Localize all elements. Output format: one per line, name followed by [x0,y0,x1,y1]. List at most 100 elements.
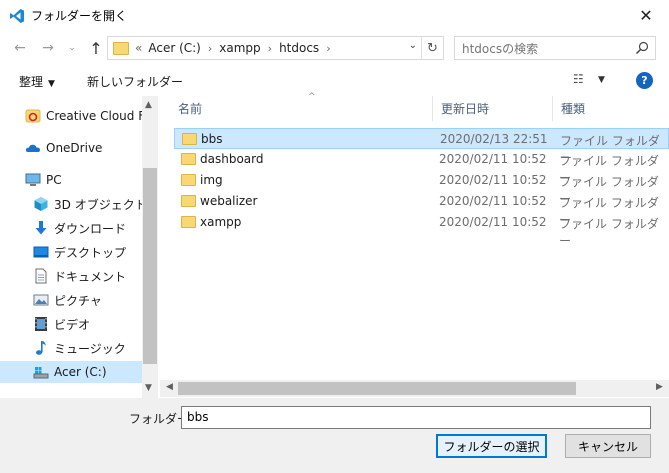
help-button[interactable]: ? [636,72,653,89]
close-button[interactable]: ✕ [623,0,669,31]
folder-name-input[interactable]: bbs [181,406,651,429]
sidebar-item-label: ドキュメント [54,269,127,284]
chevron-right-icon[interactable]: › [268,42,272,55]
scroll-up-icon[interactable]: ▲ [145,100,152,110]
scrollbar-thumb[interactable] [143,168,157,364]
sidebar-item-label: OneDrive [46,141,103,155]
sidebar-item-label: PC [46,173,62,187]
column-header-label: 種類 [561,102,586,116]
folder-icon [181,174,196,186]
sidebar-item-downloads[interactable]: ダウンロード [0,217,142,239]
file-name: xampp [200,215,242,229]
sidebar-item-label: ダウンロード [54,221,127,236]
file-list: 名前 ^ 更新日時 種類 bbs 2020/02/13 22:51 ファイル フ… [160,92,669,398]
refresh-button[interactable]: ↻ [421,37,443,59]
view-options-icon[interactable]: ☷ [573,72,584,86]
drive-icon [33,364,49,380]
chevron-right-icon[interactable]: › [208,42,212,55]
file-name: bbs [201,132,223,146]
videos-icon [33,316,49,332]
forward-button[interactable]: → [38,38,58,58]
dialog-footer: フォルダー: bbs フォルダーの選択 キャンセル [0,398,669,473]
sort-ascending-icon: ^ [308,92,316,102]
close-icon: ✕ [639,6,653,25]
chevron-right-icon[interactable]: › [326,42,330,55]
sidebar-item-label: ミュージック [54,341,126,356]
forward-arrow-icon: → [42,40,54,56]
cancel-button[interactable]: キャンセル [565,434,651,458]
breadcrumb-item-xampp[interactable]: xampp [219,41,260,55]
file-date: 2020/02/11 10:52 [439,173,547,187]
column-header-date[interactable]: 更新日時 [433,96,553,121]
sidebar-scrollbar[interactable]: ▲ ▼ [142,96,158,398]
column-header-row: 名前 ^ 更新日時 種類 [160,92,669,121]
file-name: dashboard [200,152,264,166]
folder-icon [181,216,196,228]
sidebar-item-videos[interactable]: ビデオ [0,313,142,335]
file-date: 2020/02/11 10:52 [439,152,547,166]
back-button[interactable]: ← [10,38,30,58]
file-row[interactable]: dashboard 2020/02/11 10:52 ファイル フォルダー [174,149,669,185]
breadcrumb-item-drive[interactable]: Acer (C:) [148,41,201,55]
file-name: img [200,173,223,187]
caret-down-icon: ▼ [48,79,55,89]
scrollbar-thumb[interactable] [178,382,576,395]
music-icon [33,340,49,356]
sidebar-item-onedrive[interactable]: OneDrive [0,137,142,159]
sidebar-item-music[interactable]: ミュージック [0,337,142,359]
navigation-pane: Creative Cloud File OneDrive PC 3D オブジェク… [0,96,158,398]
folder-icon [181,153,196,165]
file-row[interactable]: webalizer 2020/02/11 10:52 ファイル フォルダー [174,191,669,227]
sidebar-item-label: ビデオ [54,317,91,332]
column-header-type[interactable]: 種類 [553,96,669,121]
sidebar-item-pictures[interactable]: ピクチャ [0,289,142,311]
column-header-label: 更新日時 [441,102,490,116]
scroll-left-icon[interactable]: ◀ [166,382,173,392]
sidebar-item-desktop[interactable]: デスクトップ [0,241,142,263]
sidebar-item-label: 3D オブジェクト [54,197,147,212]
pictures-icon [33,292,49,308]
file-row[interactable]: img 2020/02/11 10:52 ファイル フォルダー [174,170,669,206]
folder-icon [113,41,129,55]
horizontal-scrollbar[interactable]: ◀ ▶ [160,380,669,397]
select-folder-button[interactable]: フォルダーの選択 [436,434,547,458]
file-date: 2020/02/13 22:51 [440,132,548,146]
sidebar-item-3d-objects[interactable]: 3D オブジェクト [0,193,147,215]
back-arrow-icon: ← [14,40,26,56]
column-header-name[interactable]: 名前 ^ [170,92,433,121]
organize-button[interactable]: 整理 ▼ [19,73,55,90]
column-header-label: 名前 [178,102,203,116]
download-icon [33,220,49,236]
scroll-down-icon[interactable]: ▼ [145,383,152,393]
folder-icon [181,195,196,207]
3d-objects-icon [33,196,49,212]
address-dropdown-icon[interactable]: ⌄ [409,40,417,51]
sidebar-item-creative-cloud[interactable]: Creative Cloud File [0,105,158,127]
pc-icon [25,172,41,188]
address-bar[interactable]: « Acer (C:) › xampp › htdocs › ⌄ ↻ [107,36,444,60]
folder-icon [182,133,197,145]
search-input[interactable]: htdocsの検索 [462,40,538,57]
view-caret-icon[interactable]: ▼ [598,75,605,85]
up-arrow-icon: ↑ [89,38,103,58]
sidebar-item-documents[interactable]: ドキュメント [0,265,142,287]
navigation-bar: ← → ⌄ ↑ « Acer (C:) › xampp › htdocs › ⌄… [0,34,669,62]
sidebar-item-acer-drive[interactable]: Acer (C:) [0,361,142,383]
desktop-icon [33,244,49,260]
title-bar: フォルダーを開く ✕ [0,0,669,31]
scroll-right-icon[interactable]: ▶ [656,382,663,392]
search-box[interactable]: htdocsの検索 [454,36,656,60]
sidebar-item-label: デスクトップ [54,245,127,260]
chevron-down-icon: ⌄ [68,43,76,53]
file-row[interactable]: xampp 2020/02/11 10:52 ファイル フォルダー [174,212,669,248]
recent-locations-button[interactable]: ⌄ [62,38,82,58]
breadcrumb-overflow-icon[interactable]: « [135,41,142,55]
search-icon [635,41,649,55]
new-folder-button[interactable]: 新しいフォルダー [87,73,183,90]
sidebar-item-pc[interactable]: PC [0,169,142,191]
creative-cloud-icon [25,108,41,124]
breadcrumb-item-htdocs[interactable]: htdocs [279,41,319,55]
file-date: 2020/02/11 10:52 [439,215,547,229]
up-button[interactable]: ↑ [86,38,106,58]
file-row[interactable]: bbs 2020/02/13 22:51 ファイル フォルダー [174,128,669,165]
